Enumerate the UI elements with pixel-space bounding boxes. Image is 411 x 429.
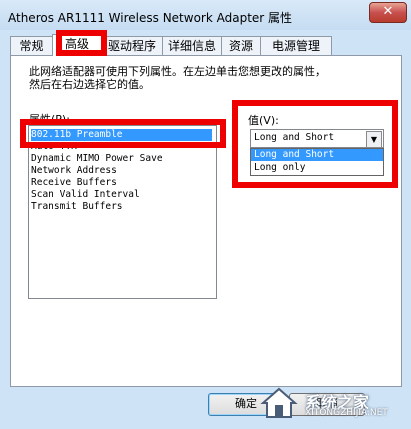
close-icon: ✕ bbox=[382, 4, 394, 19]
property-item[interactable]: Dynamic MIMO Power Save bbox=[31, 153, 163, 165]
property-item[interactable]: Transmit Buffers bbox=[31, 201, 123, 213]
properties-dialog: Atheros AR1111 Wireless Network Adapter … bbox=[0, 0, 411, 429]
annotation-box-value bbox=[232, 100, 398, 188]
watermark-logo-icon bbox=[260, 387, 298, 418]
tab-general[interactable]: 常规 bbox=[10, 36, 53, 55]
watermark-subtext: XITONGZHIJIA.NET bbox=[305, 408, 388, 418]
watermark: 系统之家 XITONGZHIJIA.NET bbox=[257, 381, 407, 423]
close-button[interactable]: ✕ bbox=[369, 2, 407, 23]
description-line: 然后在右边选择它的值。 bbox=[29, 78, 150, 91]
title-bar[interactable]: Atheros AR1111 Wireless Network Adapter … bbox=[0, 0, 411, 30]
annotation-box-property bbox=[20, 119, 226, 148]
description-text: 此网络适配器可使用下列属性。在左边单击您想更改的属性， 然后在右边选择它的值。 bbox=[29, 65, 389, 91]
annotation-box-advanced-tab bbox=[56, 30, 107, 56]
tab-power-management[interactable]: 电源管理 bbox=[260, 36, 332, 55]
property-list[interactable]: 802.11b Preamble Auto TTR Dynamic MIMO P… bbox=[28, 125, 217, 299]
property-item[interactable]: Receive Buffers bbox=[31, 177, 117, 189]
property-item[interactable]: Scan Valid Interval bbox=[31, 189, 140, 201]
tab-driver[interactable]: 驱动程序 bbox=[101, 36, 163, 55]
property-item[interactable]: Network Address bbox=[31, 165, 117, 177]
tab-resources[interactable]: 资源 bbox=[221, 36, 261, 55]
tab-details[interactable]: 详细信息 bbox=[162, 36, 222, 55]
window-title: Atheros AR1111 Wireless Network Adapter … bbox=[8, 11, 293, 25]
description-line: 此网络适配器可使用下列属性。在左边单击您想更改的属性， bbox=[29, 65, 326, 78]
